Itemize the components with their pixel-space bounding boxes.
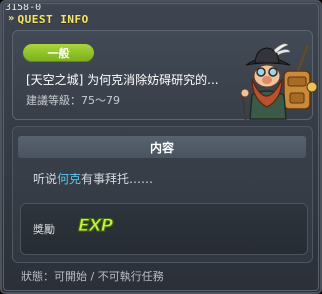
quest-status: 狀態：可開始 / 不可執行任務 [21,270,164,283]
desc-suffix: 有事拜托…… [81,172,154,186]
quest-title: [天空之城] 为何克消除妨碍研究的... [26,73,219,87]
exp-icon[interactable]: EXP [77,216,113,237]
level-range: 75～79 [81,94,120,107]
reward-label: 獎勵 [33,223,55,236]
level-label: 建議等級： [26,94,81,107]
quest-type-badge: 一般 [23,44,94,62]
quest-info-window: 3158-0 » QUEST INFO 一般 [天空之城] 为何克消除妨碍研究的… [0,0,322,294]
quest-summary-panel: 一般 [天空之城] 为何克消除妨碍研究的... 建議等級：75～79 [12,30,318,124]
desc-prefix: 听说 [33,172,58,186]
reward-box: 獎勵 EXP [20,203,308,255]
quest-content-panel: 内容 听说何克有事拜托…… 獎勵 EXP [12,126,313,263]
npc-explorer-portrait-icon [240,43,318,124]
window-title: QUEST INFO [17,12,89,26]
content-header: 内容 [18,136,306,158]
title-bar: » QUEST INFO [8,11,89,27]
recommended-level: 建議等級：75～79 [26,92,120,108]
chevron-icon: » [8,13,15,24]
npc-name-link[interactable]: 何克 [57,172,81,186]
quest-description: 听说何克有事拜托…… [33,170,153,187]
